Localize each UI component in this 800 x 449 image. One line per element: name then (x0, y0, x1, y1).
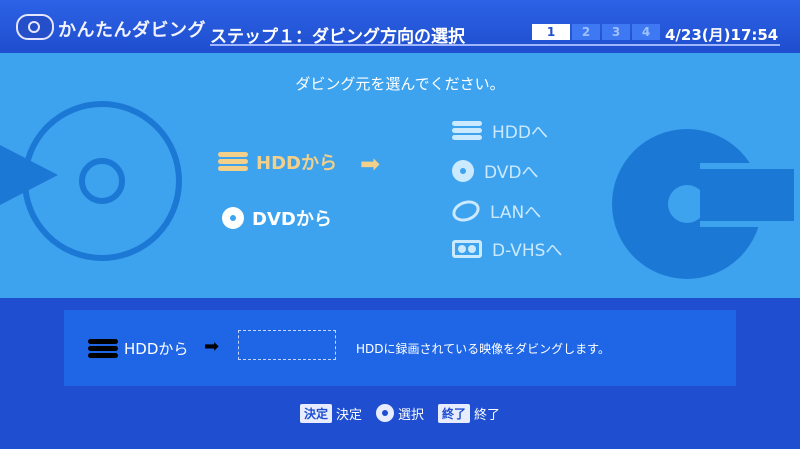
source-dvd-option[interactable]: DVDから (222, 205, 332, 231)
bg-arrow-out-icon (700, 163, 800, 227)
enter-key-icon: 決定 (299, 403, 332, 423)
arrow-right-icon: ➡ (204, 336, 220, 357)
info-source-label: HDDから (124, 340, 189, 358)
bg-disc-icon (22, 101, 182, 261)
step-4-badge: 4 (632, 24, 660, 40)
dest-dvd-label: DVDへ (484, 163, 539, 183)
hdd-icon (452, 120, 482, 141)
step-3-badge: 3 (602, 24, 630, 40)
legend-exit-label: 終了 (474, 407, 501, 423)
footer-legend: 決定 決定 選択 終了 終了 (0, 398, 800, 428)
dest-dvhs-option[interactable]: D-VHSへ (452, 236, 562, 261)
lan-icon (449, 196, 483, 225)
dest-hdd-option[interactable]: HDDへ (452, 118, 548, 143)
source-hdd-label: HDDから (256, 153, 337, 174)
legend-enter-label: 決定 (335, 407, 362, 423)
dest-lan-option[interactable]: LANへ (449, 196, 542, 225)
arrow-right-icon: ➡ (360, 150, 381, 178)
dest-dvd-option[interactable]: DVDへ (452, 158, 539, 183)
step-2-badge: 2 (572, 24, 600, 40)
dest-dvhs-label: D-VHSへ (492, 241, 563, 261)
datetime: 4/23(月)17:54 (665, 26, 779, 44)
app-title: かんたんダビング (58, 20, 206, 41)
selection-panel: ダビング元を選んでください。 HDDから ➡ DVDから HDDへ DVDへ L… (0, 53, 800, 298)
destination-placeholder (238, 330, 336, 360)
dest-hdd-label: HDDへ (492, 123, 548, 143)
dpad-icon (375, 404, 394, 422)
legend-enter: 決定 決定 (299, 403, 362, 423)
legend-exit: 終了 終了 (438, 403, 501, 423)
step-indicator: 1 2 3 4 (532, 24, 660, 40)
top-bar: かんたんダビング ステップ１：ダビング方向の選択 1 2 3 4 4/23(月)… (0, 0, 800, 50)
info-source: HDDから (88, 338, 188, 359)
info-description: HDDに録画されている映像をダビングします。 (356, 342, 610, 356)
disc-icon (452, 159, 474, 182)
dest-lan-label: LANへ (490, 203, 542, 223)
dubbing-logo-icon (16, 14, 54, 40)
legend-select: 選択 (375, 404, 424, 423)
disc-icon (222, 207, 244, 229)
legend-select-label: 選択 (397, 407, 424, 423)
hdd-icon (88, 338, 118, 359)
info-panel: HDDから ➡ HDDに録画されている映像をダビングします。 (64, 310, 736, 386)
tape-icon (452, 239, 482, 258)
exit-key-icon: 終了 (438, 403, 471, 423)
hdd-icon (218, 152, 248, 172)
source-dvd-label: DVDから (252, 209, 332, 230)
step-1-badge: 1 (532, 24, 570, 40)
prompt-text: ダビング元を選んでください。 (295, 75, 505, 93)
source-hdd-option[interactable]: HDDから (218, 149, 337, 175)
